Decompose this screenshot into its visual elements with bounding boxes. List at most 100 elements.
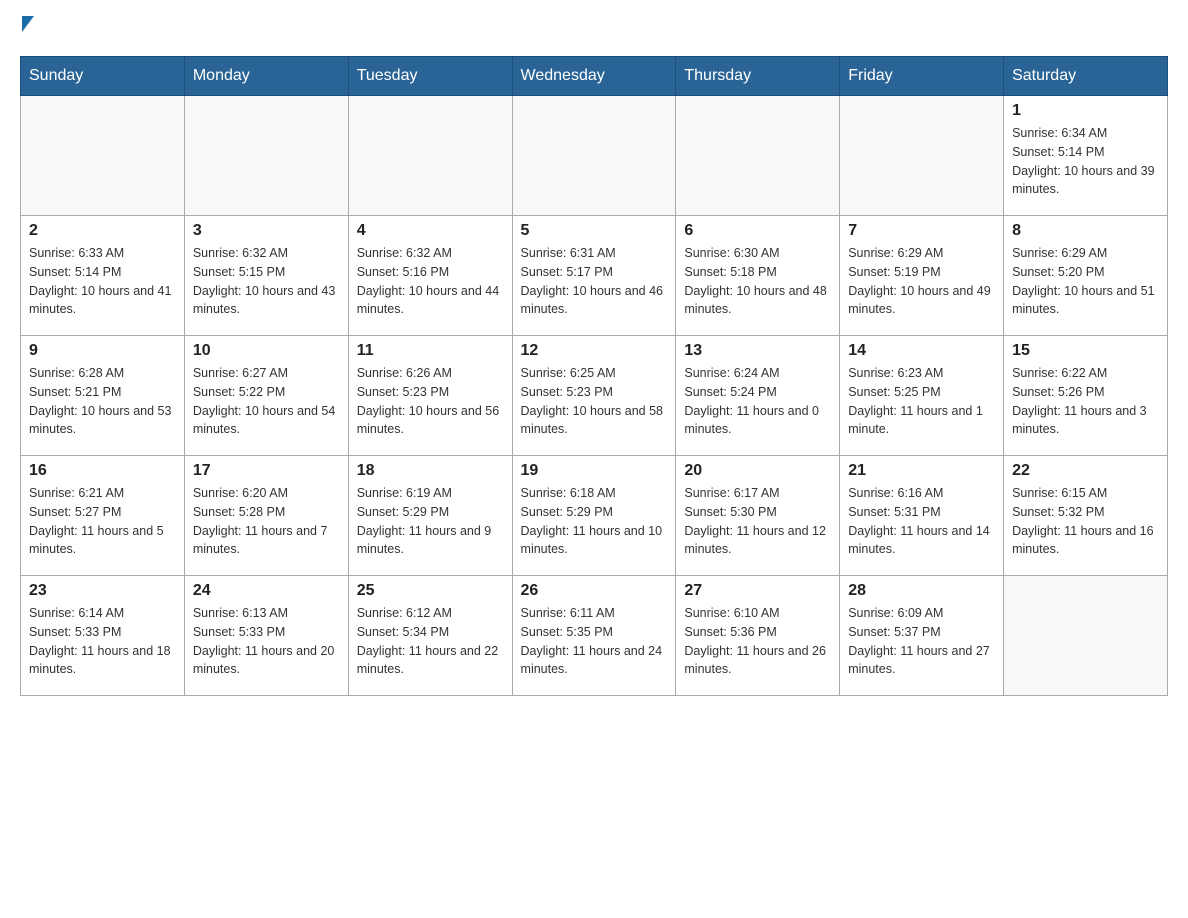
day-number: 18 [357,462,504,480]
weekday-header-wednesday: Wednesday [512,57,676,96]
day-number: 20 [684,462,831,480]
calendar-week-row: 23 Sunrise: 6:14 AMSunset: 5:33 PMDayligh… [21,576,1168,696]
calendar-cell: 6 Sunrise: 6:30 AMSunset: 5:18 PMDaylight… [676,216,840,336]
day-info: Sunrise: 6:16 AMSunset: 5:31 PMDaylight:… [848,484,995,559]
calendar-cell: 26Sunrise: 6:11 AMSunset: 5:35 PMDayligh… [512,576,676,696]
calendar-cell: 20 Sunrise: 6:17 AMSunset: 5:30 PMDayligh… [676,456,840,576]
calendar-cell: 28 Sunrise: 6:09 AMSunset: 5:37 PMDayligh… [840,576,1004,696]
calendar-cell: 15 Sunrise: 6:22 AMSunset: 5:26 PMDayligh… [1004,336,1168,456]
weekday-header-saturday: Saturday [1004,57,1168,96]
day-number: 13 [684,342,831,360]
day-number: 25 [357,582,504,600]
calendar-cell: 23 Sunrise: 6:14 AMSunset: 5:33 PMDayligh… [21,576,185,696]
day-number: 14 [848,342,995,360]
day-number: 10 [193,342,340,360]
day-number: 2 [29,222,176,240]
day-number: 23 [29,582,176,600]
day-number: 3 [193,222,340,240]
day-number: 6 [684,222,831,240]
calendar-cell: 7 Sunrise: 6:29 AMSunset: 5:19 PMDaylight… [840,216,1004,336]
day-info: Sunrise: 6:25 AMSunset: 5:23 PMDaylight:… [521,364,668,439]
calendar-cell: 5 Sunrise: 6:31 AMSunset: 5:17 PMDaylight… [512,216,676,336]
day-info: Sunrise: 6:28 AMSunset: 5:21 PMDaylight:… [29,364,176,439]
calendar-cell: 9 Sunrise: 6:28 AMSunset: 5:21 PMDaylight… [21,336,185,456]
calendar-cell: 4Sunrise: 6:32 AMSunset: 5:16 PMDaylight… [348,216,512,336]
logo-arrow-icon [22,16,34,32]
calendar-body: 1 Sunrise: 6:34 AMSunset: 5:14 PMDaylight… [21,96,1168,696]
day-number: 15 [1012,342,1159,360]
weekday-header-monday: Monday [184,57,348,96]
day-info: Sunrise: 6:17 AMSunset: 5:30 PMDaylight:… [684,484,831,559]
calendar-cell: 2 Sunrise: 6:33 AMSunset: 5:14 PMDaylight… [21,216,185,336]
day-number: 11 [357,342,504,360]
day-info: Sunrise: 6:33 AMSunset: 5:14 PMDaylight:… [29,244,176,319]
calendar-week-row: 1 Sunrise: 6:34 AMSunset: 5:14 PMDaylight… [21,96,1168,216]
calendar-cell [1004,576,1168,696]
day-number: 12 [521,342,668,360]
day-info: Sunrise: 6:13 AMSunset: 5:33 PMDaylight:… [193,604,340,679]
calendar-cell: 12 Sunrise: 6:25 AMSunset: 5:23 PMDayligh… [512,336,676,456]
day-info: Sunrise: 6:30 AMSunset: 5:18 PMDaylight:… [684,244,831,319]
day-number: 19 [521,462,668,480]
day-info: Sunrise: 6:18 AMSunset: 5:29 PMDaylight:… [521,484,668,559]
day-info: Sunrise: 6:21 AMSunset: 5:27 PMDaylight:… [29,484,176,559]
calendar-cell [21,96,185,216]
calendar-cell [840,96,1004,216]
day-number: 21 [848,462,995,480]
day-number: 4 [357,222,504,240]
day-info: Sunrise: 6:32 AMSunset: 5:15 PMDaylight:… [193,244,340,319]
calendar-cell: 25Sunrise: 6:12 AMSunset: 5:34 PMDayligh… [348,576,512,696]
calendar-cell: 17 Sunrise: 6:20 AMSunset: 5:28 PMDayligh… [184,456,348,576]
weekday-header-thursday: Thursday [676,57,840,96]
day-number: 26 [521,582,668,600]
weekday-header-friday: Friday [840,57,1004,96]
calendar-cell: 1 Sunrise: 6:34 AMSunset: 5:14 PMDaylight… [1004,96,1168,216]
weekday-header-row: SundayMondayTuesdayWednesdayThursdayFrid… [21,57,1168,96]
day-number: 22 [1012,462,1159,480]
day-info: Sunrise: 6:26 AMSunset: 5:23 PMDaylight:… [357,364,504,439]
calendar-cell [512,96,676,216]
day-info: Sunrise: 6:10 AMSunset: 5:36 PMDaylight:… [684,604,831,679]
calendar-cell: 8 Sunrise: 6:29 AMSunset: 5:20 PMDaylight… [1004,216,1168,336]
calendar-cell: 27 Sunrise: 6:10 AMSunset: 5:36 PMDayligh… [676,576,840,696]
day-info: Sunrise: 6:31 AMSunset: 5:17 PMDaylight:… [521,244,668,319]
day-info: Sunrise: 6:29 AMSunset: 5:19 PMDaylight:… [848,244,995,319]
day-number: 8 [1012,222,1159,240]
calendar-header: SundayMondayTuesdayWednesdayThursdayFrid… [21,57,1168,96]
day-number: 27 [684,582,831,600]
calendar-cell: 19 Sunrise: 6:18 AMSunset: 5:29 PMDayligh… [512,456,676,576]
calendar-cell [348,96,512,216]
day-info: Sunrise: 6:20 AMSunset: 5:28 PMDaylight:… [193,484,340,559]
calendar-cell: 3 Sunrise: 6:32 AMSunset: 5:15 PMDaylight… [184,216,348,336]
day-number: 7 [848,222,995,240]
day-number: 9 [29,342,176,360]
day-number: 17 [193,462,340,480]
calendar-cell: 14Sunrise: 6:23 AMSunset: 5:25 PMDayligh… [840,336,1004,456]
day-number: 5 [521,222,668,240]
day-info: Sunrise: 6:09 AMSunset: 5:37 PMDaylight:… [848,604,995,679]
day-info: Sunrise: 6:22 AMSunset: 5:26 PMDaylight:… [1012,364,1159,439]
day-info: Sunrise: 6:29 AMSunset: 5:20 PMDaylight:… [1012,244,1159,319]
calendar-cell: 11 Sunrise: 6:26 AMSunset: 5:23 PMDayligh… [348,336,512,456]
day-number: 1 [1012,102,1159,120]
day-info: Sunrise: 6:19 AMSunset: 5:29 PMDaylight:… [357,484,504,559]
day-info: Sunrise: 6:15 AMSunset: 5:32 PMDaylight:… [1012,484,1159,559]
logo [20,20,36,36]
day-info: Sunrise: 6:27 AMSunset: 5:22 PMDaylight:… [193,364,340,439]
calendar-week-row: 9 Sunrise: 6:28 AMSunset: 5:21 PMDaylight… [21,336,1168,456]
calendar-cell: 22 Sunrise: 6:15 AMSunset: 5:32 PMDayligh… [1004,456,1168,576]
day-info: Sunrise: 6:34 AMSunset: 5:14 PMDaylight:… [1012,124,1159,199]
calendar-cell: 10 Sunrise: 6:27 AMSunset: 5:22 PMDayligh… [184,336,348,456]
day-number: 16 [29,462,176,480]
calendar-cell: 24 Sunrise: 6:13 AMSunset: 5:33 PMDayligh… [184,576,348,696]
day-number: 24 [193,582,340,600]
day-info: Sunrise: 6:14 AMSunset: 5:33 PMDaylight:… [29,604,176,679]
calendar-cell: 16 Sunrise: 6:21 AMSunset: 5:27 PMDayligh… [21,456,185,576]
day-number: 28 [848,582,995,600]
calendar-week-row: 16 Sunrise: 6:21 AMSunset: 5:27 PMDayligh… [21,456,1168,576]
calendar-cell [184,96,348,216]
calendar-cell [676,96,840,216]
weekday-header-sunday: Sunday [21,57,185,96]
calendar-cell: 13Sunrise: 6:24 AMSunset: 5:24 PMDayligh… [676,336,840,456]
calendar-cell: 21 Sunrise: 6:16 AMSunset: 5:31 PMDayligh… [840,456,1004,576]
